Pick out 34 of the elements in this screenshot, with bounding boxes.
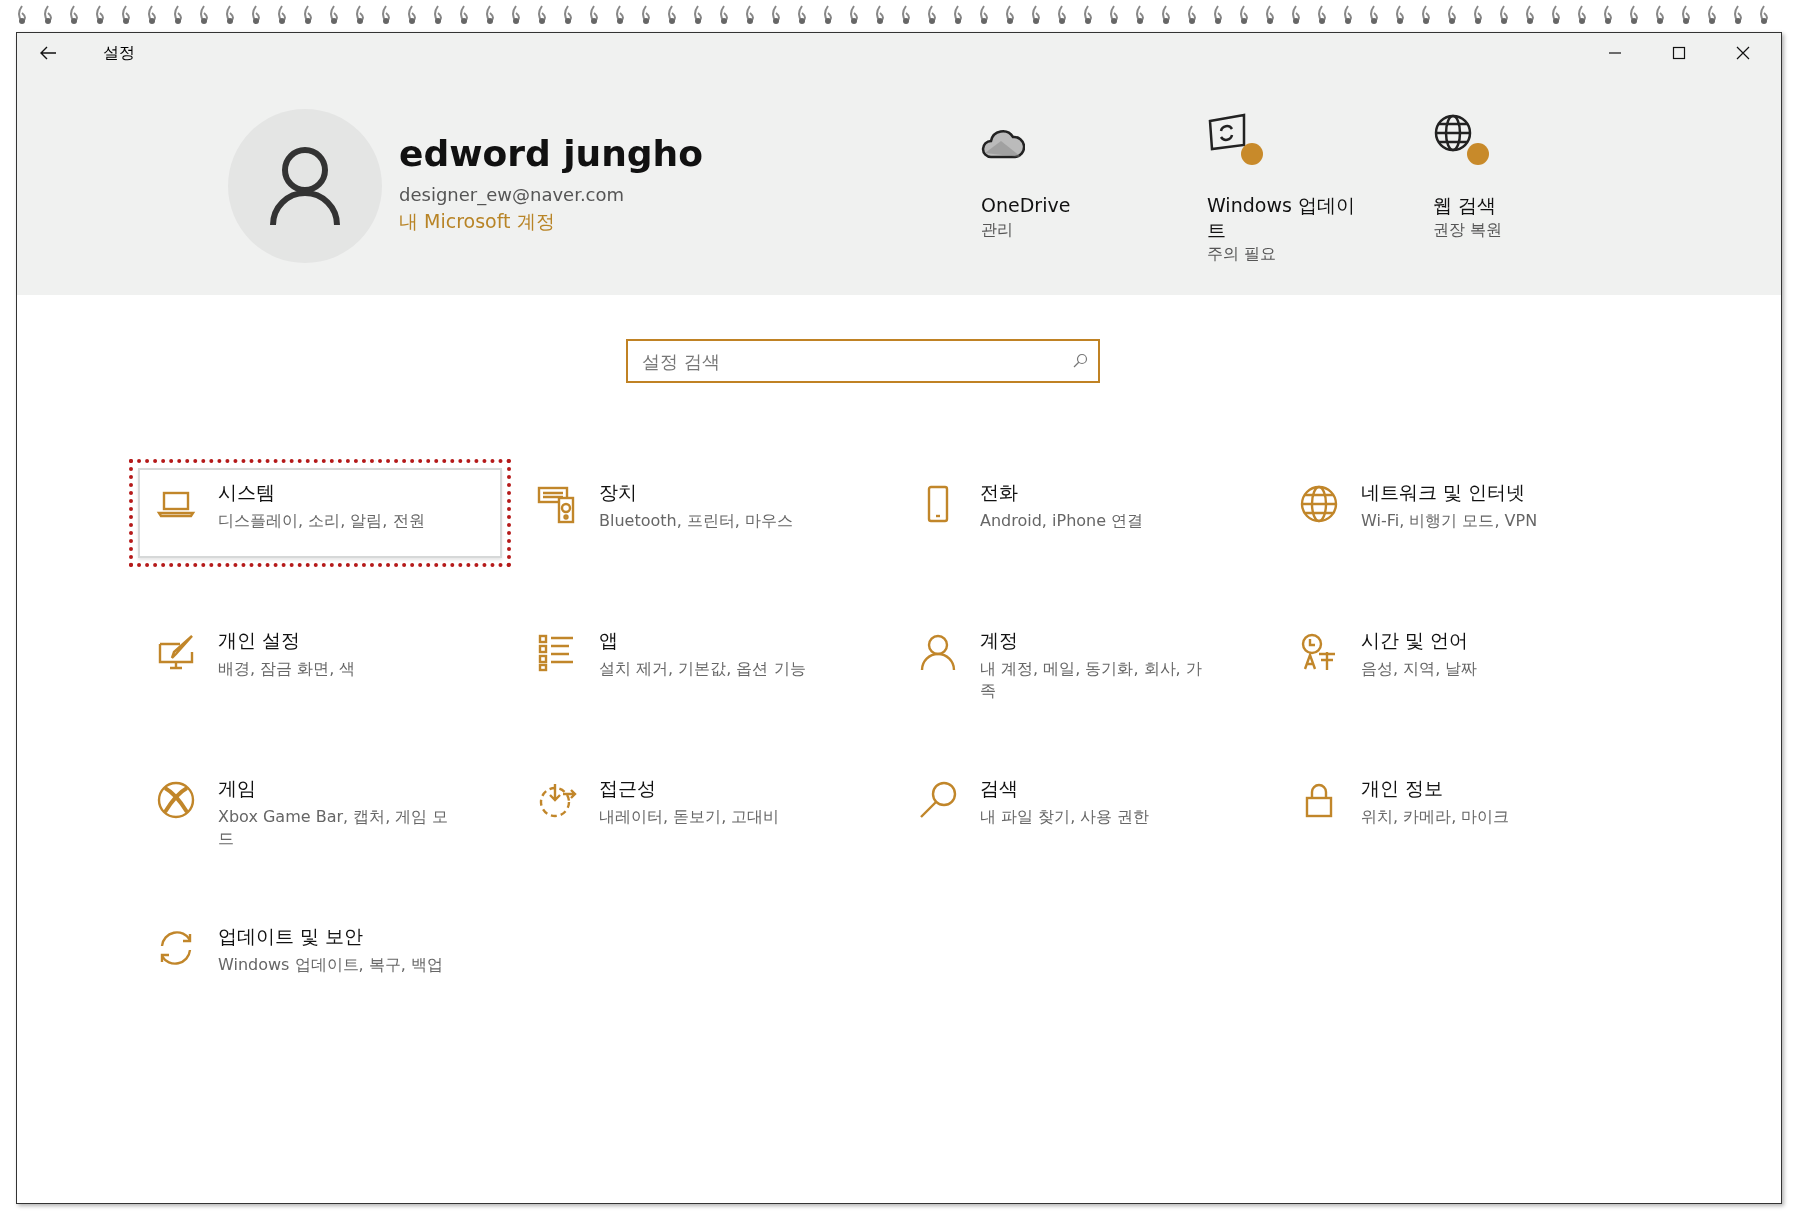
magnifier-icon (918, 780, 958, 820)
category-tile[interactable]: 개인 정보 위치, 카메라, 마이크 (1281, 764, 1645, 854)
monitor-brush-icon (156, 632, 196, 672)
search-field[interactable]: 설정 검색 (626, 339, 1100, 383)
person-icon (918, 632, 958, 672)
back-arrow-icon (39, 46, 57, 60)
quick-link-status: 관리 (981, 219, 1013, 241)
search-icon (1072, 353, 1088, 369)
user-silhouette-icon (270, 145, 340, 227)
category-tile[interactable]: 장치 Bluetooth, 프린터, 마우스 (519, 468, 883, 558)
quick-link[interactable]: 웹 검색 (1433, 193, 1593, 218)
category-tile[interactable]: 시간 및 언어 음성, 지역, 날짜 (1281, 616, 1645, 706)
category-tile[interactable]: 업데이트 및 보안 Windows 업데이트, 복구, 백업 (138, 912, 502, 1002)
quick-link-status: 권장 복원 (1433, 219, 1503, 241)
xbox-icon (156, 780, 196, 820)
close-icon (1736, 46, 1750, 60)
category-tile[interactable]: 네트워크 및 인터넷 Wi-Fi, 비행기 모드, VPN (1281, 468, 1645, 558)
category-tile[interactable]: 검색 내 파일 찾기, 사용 권한 (900, 764, 1264, 854)
profile-name: edword jungho (399, 133, 704, 174)
cloud-icon (981, 129, 1025, 159)
window-title: 설정 (103, 42, 135, 64)
globe-icon (1299, 484, 1339, 524)
maximize-icon (1672, 46, 1686, 60)
quick-link[interactable]: OneDrive (981, 193, 1141, 218)
category-tile[interactable]: 개인 설정 배경, 잠금 화면, 색 (138, 616, 502, 706)
category-tile[interactable]: 앱 설치 제거, 기본값, 옵션 기능 (519, 616, 883, 706)
category-tile[interactable]: 시스템 디스플레이, 소리, 알림, 전원 (138, 468, 502, 558)
quick-link[interactable]: Windows 업데이트 (1207, 193, 1367, 243)
keyboard-speaker-icon (537, 484, 577, 524)
category-tile[interactable]: 계정 내 계정, 메일, 동기화, 회사, 가족 (900, 616, 1264, 728)
category-tile[interactable]: 게임 Xbox Game Bar, 캡처, 게임 모드 (138, 764, 502, 876)
quick-link-status: 주의 필요 (1207, 244, 1277, 266)
category-tile[interactable]: 전화 Android, iPhone 연결 (900, 468, 1264, 558)
category-tile[interactable]: 접근성 내레이터, 돋보기, 고대비 (519, 764, 883, 854)
